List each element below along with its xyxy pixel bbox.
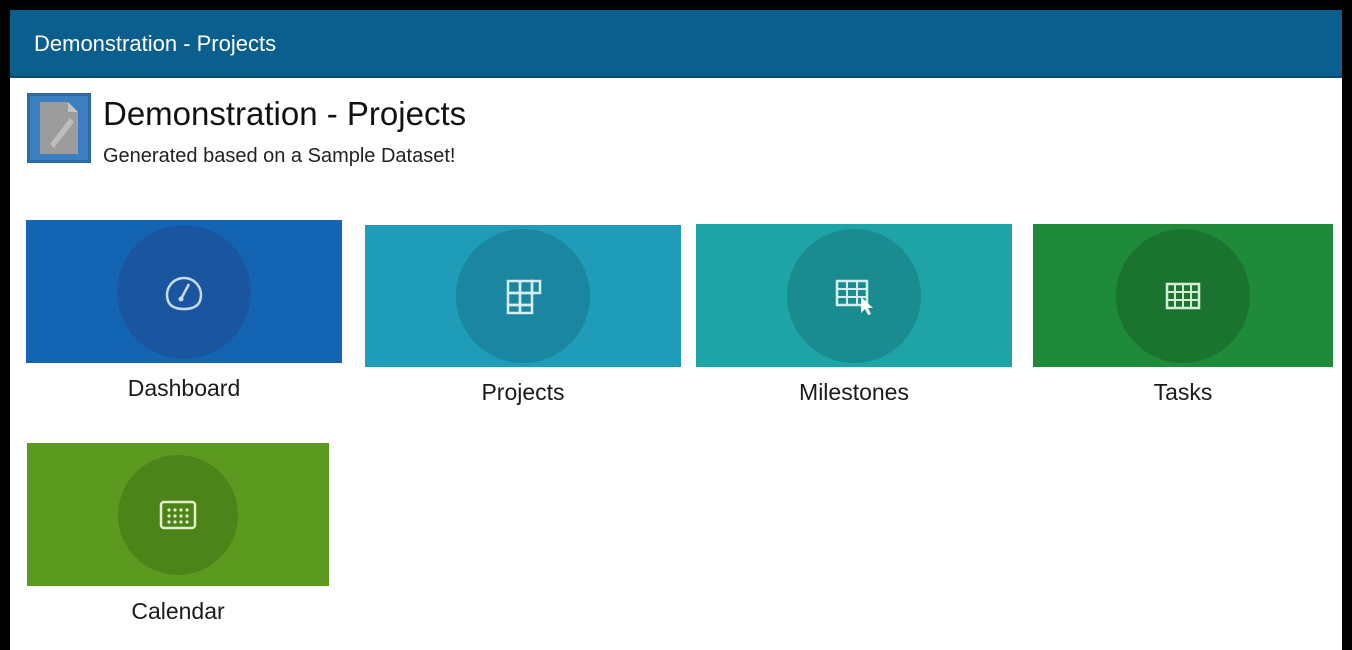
tile-calendar[interactable]: Calendar (27, 443, 329, 625)
app-header: Demonstration - Projects Generated based… (27, 93, 927, 173)
grid-pointer-icon (835, 279, 873, 315)
tile-calendar-label: Calendar (131, 598, 225, 624)
tile-calendar-circle (118, 454, 238, 575)
tile-tasks-label: Tasks (1153, 379, 1213, 405)
tile-projects-label: Projects (481, 379, 565, 405)
document-icon (27, 93, 91, 163)
tile-milestones[interactable]: Milestones (696, 224, 1012, 406)
tile-dashboard[interactable]: Dashboard (26, 220, 342, 402)
grid-icon (506, 279, 542, 315)
tile-milestones-circle (787, 228, 921, 363)
calendar-icon (159, 500, 197, 529)
tile-tasks[interactable]: Tasks (1033, 224, 1333, 406)
tile-dashboard-label: Dashboard (127, 375, 241, 401)
tile-tasks-circle (1116, 228, 1250, 363)
tile-projects[interactable]: Projects (365, 225, 681, 406)
tile-tasks-box[interactable] (1033, 224, 1333, 367)
tile-projects-circle (456, 229, 590, 363)
tile-milestones-box[interactable] (696, 224, 1012, 367)
window-title: Demonstration - Projects (34, 31, 277, 56)
tile-dashboard-circle (117, 224, 251, 359)
app-title: Demonstration - Projects (103, 95, 467, 132)
gauge-icon (165, 276, 203, 310)
table-icon (1165, 282, 1201, 309)
window-titlebar: Demonstration - Projects (10, 10, 1342, 78)
tile-milestones-label: Milestones (799, 379, 909, 405)
tile-calendar-box[interactable] (27, 443, 329, 586)
tile-dashboard-box[interactable] (26, 220, 342, 363)
tile-projects-box[interactable] (365, 225, 681, 367)
app-subtitle: Generated based on a Sample Dataset! (103, 145, 456, 167)
